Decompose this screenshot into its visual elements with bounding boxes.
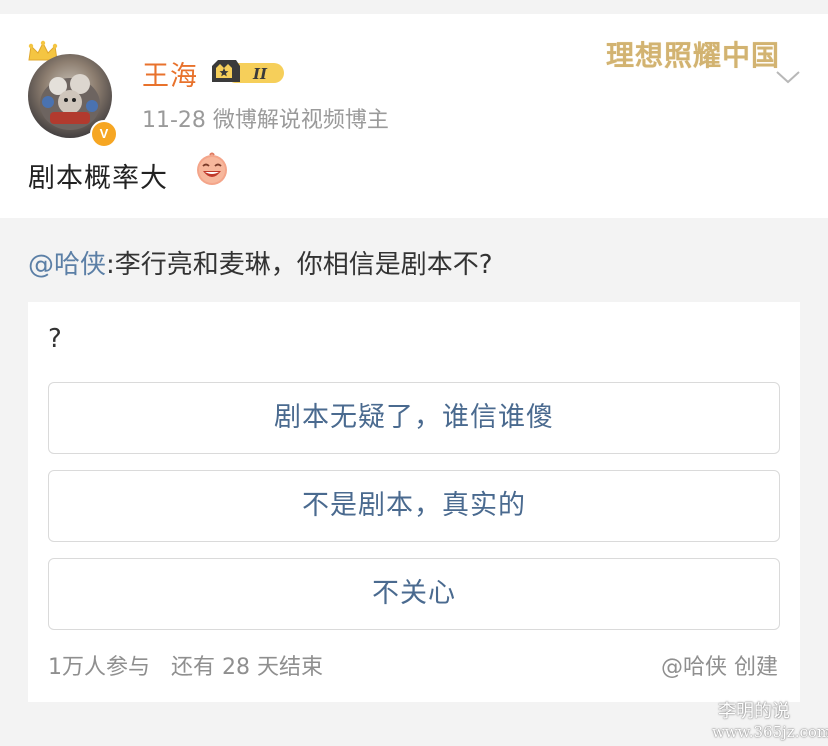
username[interactable]: 王海: [142, 54, 198, 93]
poll-option-3[interactable]: 不关心: [48, 558, 780, 630]
avatar-wrap[interactable]: V: [26, 40, 118, 148]
poll-participants: 1万人参与: [48, 655, 150, 680]
poll-option-1[interactable]: 剧本无疑了，谁信谁傻: [48, 382, 780, 454]
vip-level-label: II: [252, 65, 268, 83]
poll-option-2[interactable]: 不是剧本，真实的: [48, 470, 780, 542]
poll-stats: 1万人参与 还有 28 天结束: [48, 649, 323, 681]
poll-time-left: 还有 28 天结束: [170, 655, 323, 680]
watermark-line2: www.365jz.com: [712, 723, 828, 741]
poll-creator[interactable]: @哈侠 创建: [661, 649, 778, 681]
poll-card: ? 剧本无疑了，谁信谁傻 不是剧本，真实的 不关心 1万人参与 还有 28 天结…: [28, 302, 800, 702]
chevron-down-icon[interactable]: [774, 68, 802, 86]
mention-link[interactable]: @哈侠: [28, 250, 106, 280]
repost-body: :李行亮和麦琳，你相信是剧本不?: [106, 250, 493, 280]
watermark: 李明的说 www.365jz.com: [712, 701, 828, 742]
top-divider: [0, 0, 828, 14]
repost-section: @哈侠:李行亮和麦琳，你相信是剧本不? ? 剧本无疑了，谁信谁傻 不是剧本，真实…: [0, 218, 828, 746]
laughing-emoji-icon: [197, 152, 227, 185]
watermark-line1: 李明的说: [718, 701, 790, 722]
slogan-banner: 理想照耀中国: [606, 39, 781, 72]
weibo-post: V 王海 II 11-28 微博解说视频博主 理想照耀中国 剧本概率大: [0, 14, 828, 218]
post-content: 剧本概率大: [28, 163, 168, 194]
verified-badge-icon: V: [90, 120, 118, 148]
vip-level-badge-icon: II: [212, 60, 284, 83]
repost-text: @哈侠:李行亮和麦琳，你相信是剧本不?: [28, 244, 493, 281]
post-meta: 11-28 微博解说视频博主: [142, 108, 389, 133]
poll-question: ?: [48, 324, 62, 354]
